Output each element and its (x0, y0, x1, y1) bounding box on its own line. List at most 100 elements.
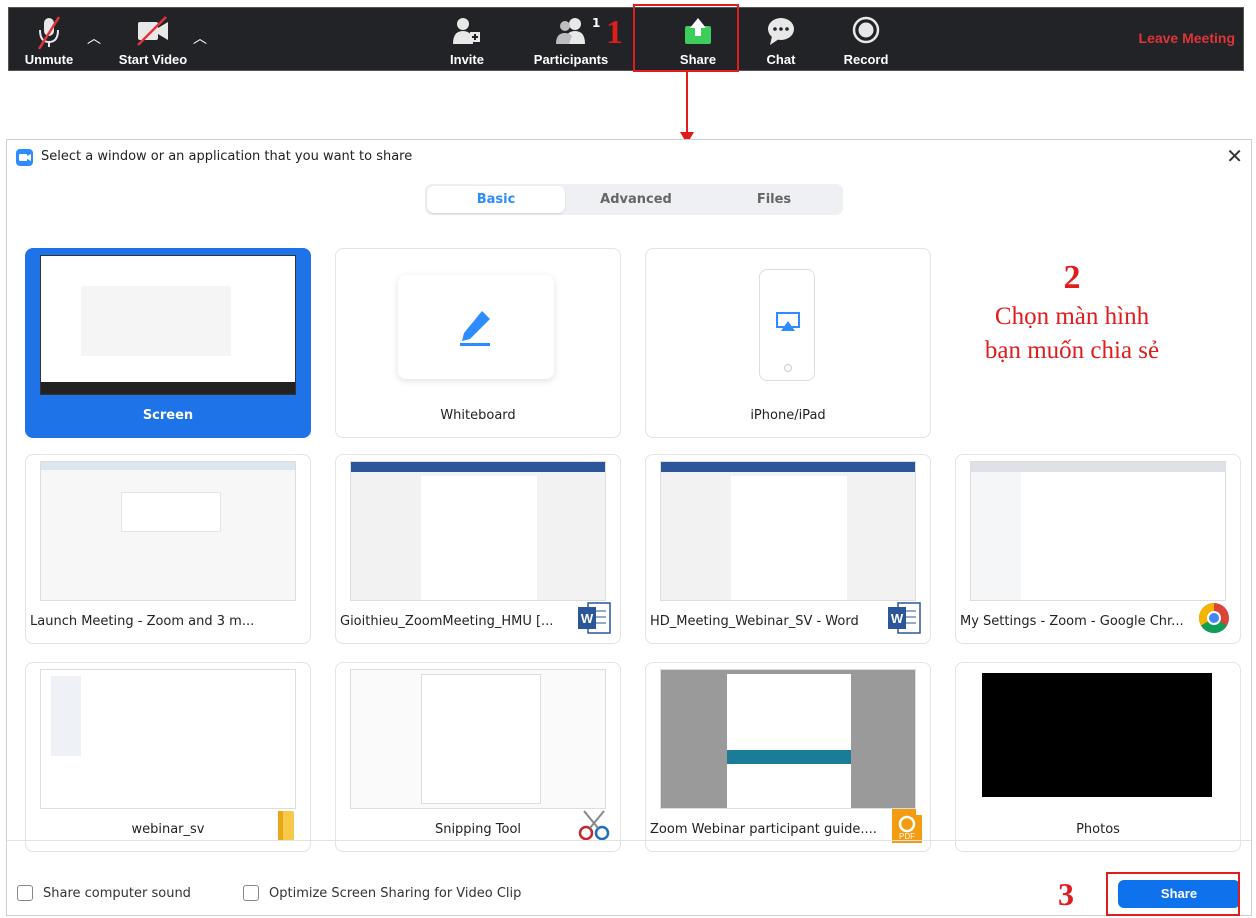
participants-count-badge: 1 (592, 16, 601, 30)
svg-text:W: W (581, 611, 594, 626)
share-tabs: Basic Advanced Files (425, 184, 843, 215)
chat-button[interactable]: Chat (753, 8, 809, 72)
record-label: Record (843, 52, 889, 67)
checkbox-box[interactable] (17, 885, 33, 901)
chat-bubble-icon (768, 18, 794, 45)
footer-divider (7, 840, 1251, 841)
tile-label-webinar-guide: Zoom Webinar participant guide.... (650, 822, 877, 837)
browser-bar (971, 462, 1225, 472)
invite-label: Invite (450, 52, 484, 67)
word-icon: W (576, 601, 612, 635)
share-sound-label: Share computer sound (43, 885, 191, 901)
pdf-page-thumbnail (727, 674, 851, 808)
meeting-toolbar: Unmute ︿ Start Video ︿ Invite Participan… (8, 7, 1244, 71)
share-button-highlight-box (1106, 872, 1240, 916)
form-thumbnail (421, 674, 541, 804)
optimize-label: Optimize Screen Sharing for Video Clip (269, 885, 522, 901)
screenshot-root: Unmute ︿ Start Video ︿ Invite Participan… (0, 0, 1256, 918)
chat-label: Chat (766, 52, 796, 67)
tile-label-iphone-ipad: iPhone/iPad (750, 408, 826, 423)
unmute-label: Unmute (24, 52, 74, 67)
tile-label-photos: Photos (1076, 822, 1120, 837)
video-off-icon (137, 16, 168, 46)
step-2-line-2: bạn muốn chia sẻ (984, 337, 1160, 364)
record-button[interactable]: Record (835, 8, 897, 72)
tile-label-whiteboard: Whiteboard (440, 408, 516, 423)
home-button-icon (784, 364, 792, 372)
tile-gioithieu-doc[interactable]: Gioithieu_ZoomMeeting_HMU [... W (335, 454, 621, 644)
webinar-guide-thumbnail (660, 669, 916, 809)
folder-tree-thumbnail (51, 676, 81, 756)
folder-icon (266, 809, 302, 843)
page-thumbnail (421, 476, 537, 600)
zoom-logo-icon (16, 149, 33, 166)
participants-button[interactable]: Participants (529, 8, 613, 72)
share-highlight-box (633, 4, 739, 72)
participants-icon (556, 18, 585, 44)
unmute-button[interactable]: Unmute (19, 8, 79, 72)
tile-my-settings-chrome[interactable]: My Settings - Zoom - Google Chr... (955, 454, 1241, 644)
webinar-sv-thumbnail (40, 669, 296, 809)
tab-basic[interactable]: Basic (427, 186, 565, 213)
invite-person-icon (453, 18, 480, 44)
whiteboard-card (398, 275, 554, 379)
gioithieu-thumbnail (350, 461, 606, 601)
chrome-icon (1196, 601, 1232, 635)
tile-webinar-sv[interactable]: webinar_sv (25, 662, 311, 852)
tab-advanced[interactable]: Advanced (567, 184, 705, 215)
tile-label-launch-meeting: Launch Meeting - Zoom and 3 m... (30, 614, 255, 629)
record-icon (852, 16, 880, 44)
banner-thumbnail (727, 750, 851, 764)
tile-label-hd-meeting: HD_Meeting_Webinar_SV - Word (650, 614, 859, 629)
tile-snipping-tool[interactable]: Snipping Tool (335, 662, 621, 852)
share-computer-sound-checkbox[interactable]: Share computer sound (17, 885, 191, 901)
phone-card (759, 269, 815, 381)
tile-launch-meeting[interactable]: Launch Meeting - Zoom and 3 m... (25, 454, 311, 644)
close-icon[interactable]: ✕ (1226, 144, 1243, 168)
pencil-icon (460, 311, 490, 346)
window-thumbnail (81, 286, 231, 356)
hd-meeting-thumbnail (660, 461, 916, 601)
audio-options-chevron-icon[interactable]: ︿ (87, 28, 101, 48)
tile-whiteboard[interactable]: Whiteboard (335, 248, 621, 438)
svg-text:W: W (891, 611, 904, 626)
screen-thumbnail (40, 255, 296, 395)
word-icon: W (886, 601, 922, 635)
tile-webinar-guide-pdf[interactable]: Zoom Webinar participant guide.... PDF (645, 662, 931, 852)
video-options-chevron-icon[interactable]: ︿ (193, 28, 207, 48)
tab-files[interactable]: Files (705, 184, 843, 215)
checkbox-box[interactable] (243, 885, 259, 901)
word-ribbon (661, 462, 915, 472)
tile-label-gioithieu: Gioithieu_ZoomMeeting_HMU [... (340, 614, 554, 629)
my-settings-thumbnail (970, 461, 1226, 601)
start-video-button[interactable]: Start Video (111, 8, 195, 72)
sidebar-thumbnail (971, 472, 1021, 600)
tile-photos[interactable]: Photos (955, 662, 1241, 852)
tile-iphone-ipad[interactable]: iPhone/iPad (645, 248, 931, 438)
muted-mic-icon (37, 16, 61, 50)
start-video-label: Start Video (118, 52, 188, 67)
step-1-label: 1 (606, 14, 623, 51)
optimize-video-checkbox[interactable]: Optimize Screen Sharing for Video Clip (243, 885, 521, 901)
tile-label-screen: Screen (142, 408, 194, 423)
photos-thumbnail (982, 673, 1212, 797)
arrow-line (686, 71, 688, 135)
participants-label: Participants (533, 52, 609, 67)
pdf-icon: PDF (886, 809, 922, 843)
launch-meeting-thumbnail (40, 461, 296, 601)
dialog-thumbnail (121, 492, 221, 532)
step-2-line-1: Chọn màn hình (994, 303, 1150, 330)
invite-button[interactable]: Invite (437, 8, 497, 72)
page-thumbnail (731, 476, 847, 600)
tile-hd-meeting-doc[interactable]: HD_Meeting_Webinar_SV - Word W (645, 454, 931, 644)
leave-meeting-button[interactable]: Leave Meeting (1139, 30, 1235, 46)
step-2-label: 2 (1063, 259, 1081, 296)
dialog-title: Select a window or an application that y… (41, 149, 413, 164)
airplay-icon (776, 312, 800, 331)
scissors-icon (576, 809, 612, 843)
tile-label-my-settings: My Settings - Zoom - Google Chr... (960, 614, 1184, 629)
tile-screen[interactable]: Screen (25, 248, 311, 438)
snipping-thumbnail (350, 669, 606, 809)
browser-bar (41, 462, 295, 470)
step-3-label: 3 (1058, 876, 1074, 912)
